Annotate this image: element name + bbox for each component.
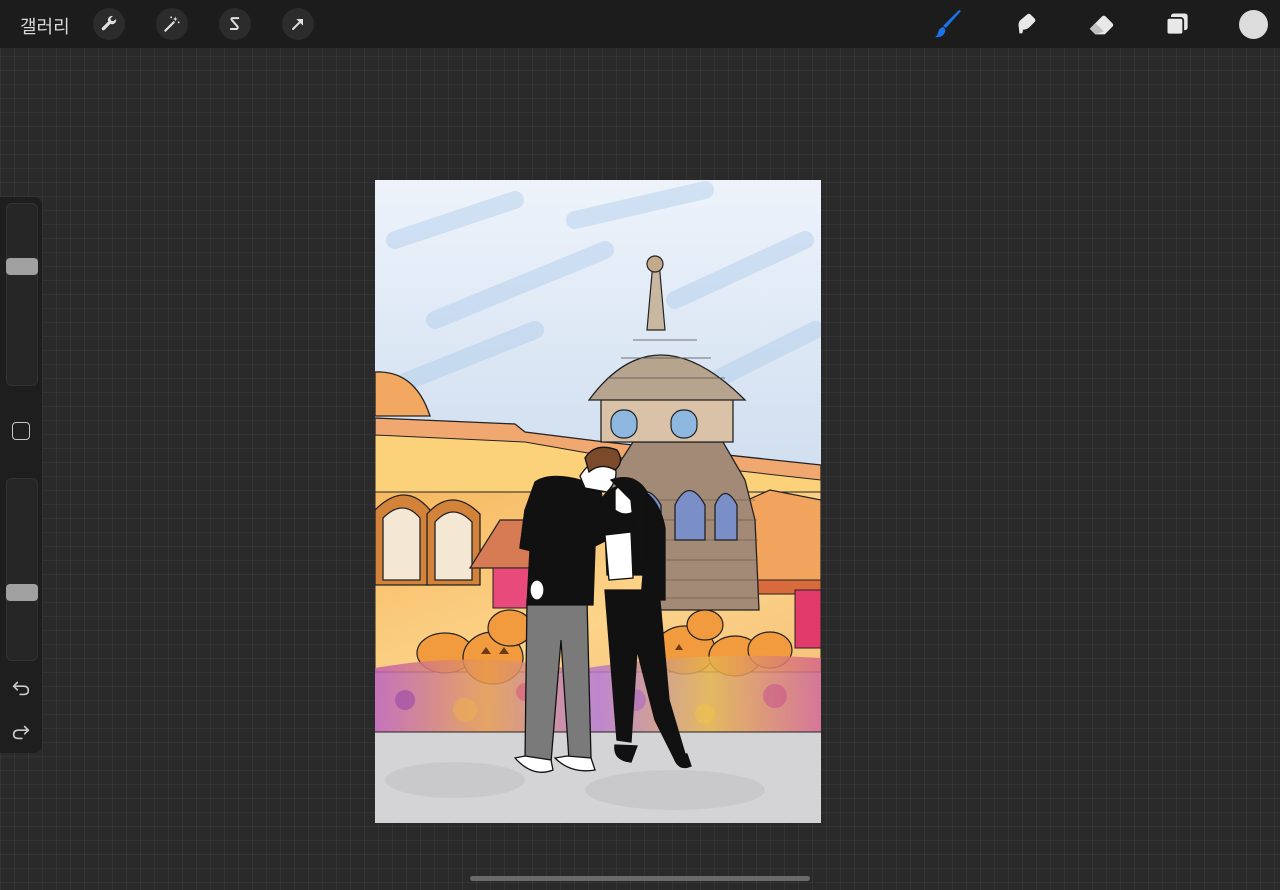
selection-s-icon <box>229 17 240 30</box>
undo-icon[interactable] <box>10 677 32 699</box>
opacity-slider-thumb[interactable] <box>6 584 38 601</box>
home-indicator <box>470 876 810 881</box>
actions-button[interactable] <box>93 8 125 40</box>
gallery-button[interactable]: 갤러리 <box>20 13 70 39</box>
modify-button[interactable] <box>12 422 30 440</box>
artwork <box>375 180 821 823</box>
transform-button[interactable] <box>282 8 314 40</box>
drawing-canvas[interactable] <box>375 180 821 823</box>
redo-icon[interactable] <box>10 721 32 743</box>
arrow-cursor-icon <box>292 19 303 30</box>
eraser-icon <box>1089 15 1114 35</box>
brush-size-slider[interactable] <box>6 203 38 386</box>
adjustments-button[interactable] <box>156 8 188 40</box>
magic-wand-icon <box>164 16 180 32</box>
smudge-tool-button[interactable] <box>1010 8 1042 40</box>
brush-size-slider-thumb[interactable] <box>6 258 38 275</box>
layers-icon <box>1165 13 1188 36</box>
left-sidebar <box>0 197 42 753</box>
color-picker-button[interactable] <box>1239 10 1268 39</box>
opacity-slider[interactable] <box>6 478 38 661</box>
smudge-icon <box>1018 13 1036 34</box>
eraser-tool-button[interactable] <box>1085 8 1117 40</box>
selection-button[interactable] <box>219 8 251 40</box>
wrench-icon <box>101 15 117 31</box>
brush-icon <box>935 10 961 38</box>
top-toolbar: 갤러리 <box>0 0 1280 48</box>
brush-tool-button[interactable] <box>933 8 965 40</box>
layers-button[interactable] <box>1162 8 1194 40</box>
